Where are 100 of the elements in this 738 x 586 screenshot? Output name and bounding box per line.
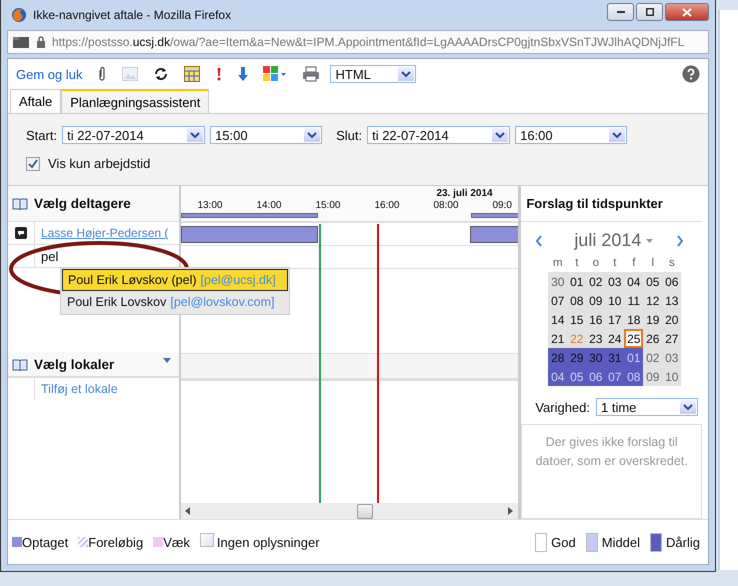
- calendar-day[interactable]: 25: [624, 329, 644, 348]
- suggestion-item[interactable]: Poul Erik Løvskov (pel) [pel@ucsj.dk]: [62, 269, 288, 291]
- legend-label: Dårlig: [666, 534, 700, 550]
- calendar-day[interactable]: 01: [567, 272, 586, 291]
- time-label: 16:00: [374, 200, 400, 211]
- chevron-down-icon[interactable]: [680, 400, 696, 414]
- paperclip-icon[interactable]: [97, 66, 108, 82]
- start-time-select[interactable]: 15:00: [210, 126, 322, 144]
- calendar-day[interactable]: 11: [624, 291, 644, 310]
- calendar-day[interactable]: 03: [662, 348, 682, 367]
- calendar-day[interactable]: 04: [548, 367, 568, 386]
- rooms-header: Vælg lokaler: [34, 356, 114, 372]
- minimize-icon[interactable]: [616, 11, 624, 13]
- calendar-day[interactable]: 03: [605, 272, 624, 291]
- calendar-day[interactable]: 09: [643, 367, 662, 386]
- info-message: Der gives ikke forslag til datoer, som er overskredet.: [536, 435, 688, 468]
- exclamation-icon[interactable]: [215, 66, 224, 82]
- calendar-day[interactable]: 21: [548, 329, 568, 348]
- calendar-day[interactable]: 02: [586, 272, 606, 291]
- calendar-day[interactable]: 20: [662, 310, 682, 329]
- calendar-day[interactable]: 16: [586, 310, 606, 329]
- chevron-down-icon[interactable]: [304, 128, 320, 142]
- minimize-button[interactable]: [607, 3, 634, 21]
- maximize-button[interactable]: [636, 3, 663, 21]
- printer-icon[interactable]: [302, 66, 320, 82]
- category-icon[interactable]: [263, 66, 288, 82]
- calendar-day[interactable]: 04: [624, 272, 644, 291]
- time-label: 08:00: [433, 200, 458, 211]
- refresh-icon[interactable]: [153, 66, 170, 82]
- scroll-left-icon[interactable]: [185, 507, 192, 515]
- calendar-day[interactable]: 06: [662, 272, 682, 291]
- calendar-day[interactable]: 10: [605, 291, 624, 310]
- format-select[interactable]: HTML: [330, 65, 416, 83]
- down-arrow-icon[interactable]: [238, 66, 248, 82]
- chevron-down-icon[interactable]: [398, 67, 414, 81]
- attendee-link[interactable]: Lasse Højer-Pedersen (: [41, 226, 168, 240]
- url-text: https://postsso.ucsj.dk/owa/?ae=Item&a=New&t=IPM.Appointment&fId=LgAAAADrsCP0gjtnSbxVSnTJWJlhAQDNjJfFL: [52, 35, 684, 49]
- calendar-day[interactable]: 08: [624, 367, 644, 386]
- calendar-day[interactable]: 15: [567, 310, 586, 329]
- calendar-day[interactable]: 24: [605, 329, 624, 348]
- weekday-label: t: [612, 256, 618, 270]
- busy-block: [470, 226, 518, 243]
- save-and-close-link[interactable]: Gem og luk: [16, 66, 82, 82]
- end-time-select[interactable]: 16:00: [515, 126, 628, 144]
- scrollbar-thumb[interactable]: [357, 504, 374, 518]
- calendar-icon[interactable]: [184, 66, 200, 82]
- calendar-day[interactable]: 05: [643, 272, 662, 291]
- caret-icon[interactable]: [646, 238, 654, 242]
- calendar-day[interactable]: 26: [643, 329, 662, 348]
- maximize-icon[interactable]: [646, 8, 654, 16]
- calendar-day[interactable]: 30: [548, 272, 568, 291]
- tab[interactable]: Aftale: [10, 89, 62, 113]
- tab[interactable]: Planlægningsassistent: [61, 89, 210, 113]
- chevron-down-icon[interactable]: [187, 128, 204, 142]
- add-room-link[interactable]: Tilføj et lokale: [41, 382, 118, 396]
- calendar-day[interactable]: 14: [548, 310, 568, 329]
- address-book-icon[interactable]: [12, 358, 28, 370]
- calendar-day[interactable]: 12: [643, 291, 662, 310]
- close-button[interactable]: [665, 3, 709, 21]
- window-title: Ikke-navngivet aftale - Mozilla Firefox: [33, 8, 232, 22]
- calendar-day[interactable]: 23: [586, 329, 606, 348]
- next-month-icon[interactable]: [676, 234, 684, 246]
- address-book-icon[interactable]: [12, 197, 28, 210]
- calendar-day[interactable]: 05: [567, 367, 586, 386]
- scroll-right-icon[interactable]: [508, 507, 514, 515]
- end-date-select[interactable]: ti 22-07-2014: [367, 126, 510, 144]
- duration-select[interactable]: 1 time: [596, 398, 698, 416]
- suggestion-item[interactable]: Poul Erik Lovskov [pel@lovskov.com]: [62, 291, 288, 313]
- calendar-day[interactable]: 13: [662, 291, 682, 310]
- attendee-input[interactable]: pel: [41, 248, 58, 264]
- calendar-day[interactable]: 17: [605, 310, 624, 329]
- calendar-day[interactable]: 02: [643, 348, 662, 367]
- horizontal-scrollbar[interactable]: [181, 503, 518, 519]
- month-title[interactable]: juli 2014: [574, 230, 642, 251]
- calendar-day[interactable]: 01: [624, 348, 644, 367]
- weekday-label: s: [668, 256, 676, 270]
- calendar-day[interactable]: 27: [662, 329, 682, 348]
- calendar-day[interactable]: 07: [605, 367, 624, 386]
- chevron-down-icon[interactable]: [609, 128, 626, 142]
- calendar-day[interactable]: 18: [624, 310, 644, 329]
- checkbox[interactable]: [26, 156, 40, 170]
- calendar-day[interactable]: 08: [567, 291, 586, 310]
- address-bar[interactable]: https://postsso.ucsj.dk/owa/?ae=Item&a=New&t=IPM.Appointment&fId=LgAAAADrsCP0gjtnSbxVSnTJWJlhAQDNjJfFL: [7, 30, 709, 54]
- weekday-label: l: [650, 256, 656, 270]
- calendar-day[interactable]: 09: [586, 291, 606, 310]
- chevron-down-icon[interactable]: [492, 128, 508, 142]
- lock-icon: [36, 36, 46, 48]
- page-icon: [12, 35, 30, 49]
- help-icon[interactable]: [682, 65, 700, 83]
- calendar-day[interactable]: 10: [662, 367, 682, 386]
- calendar-day[interactable]: 19: [643, 310, 662, 329]
- calendar-day[interactable]: 06: [586, 367, 606, 386]
- legend-label: Optaget: [22, 534, 68, 550]
- start-date-select[interactable]: ti 22-07-2014: [62, 126, 206, 144]
- previous-month-icon[interactable]: [535, 234, 544, 246]
- close-icon[interactable]: [682, 8, 692, 16]
- attendees-header: Vælg deltagere: [34, 196, 131, 211]
- caret-icon[interactable]: [163, 358, 172, 362]
- chat-icon: [15, 227, 27, 239]
- calendar-day[interactable]: 07: [548, 291, 568, 310]
